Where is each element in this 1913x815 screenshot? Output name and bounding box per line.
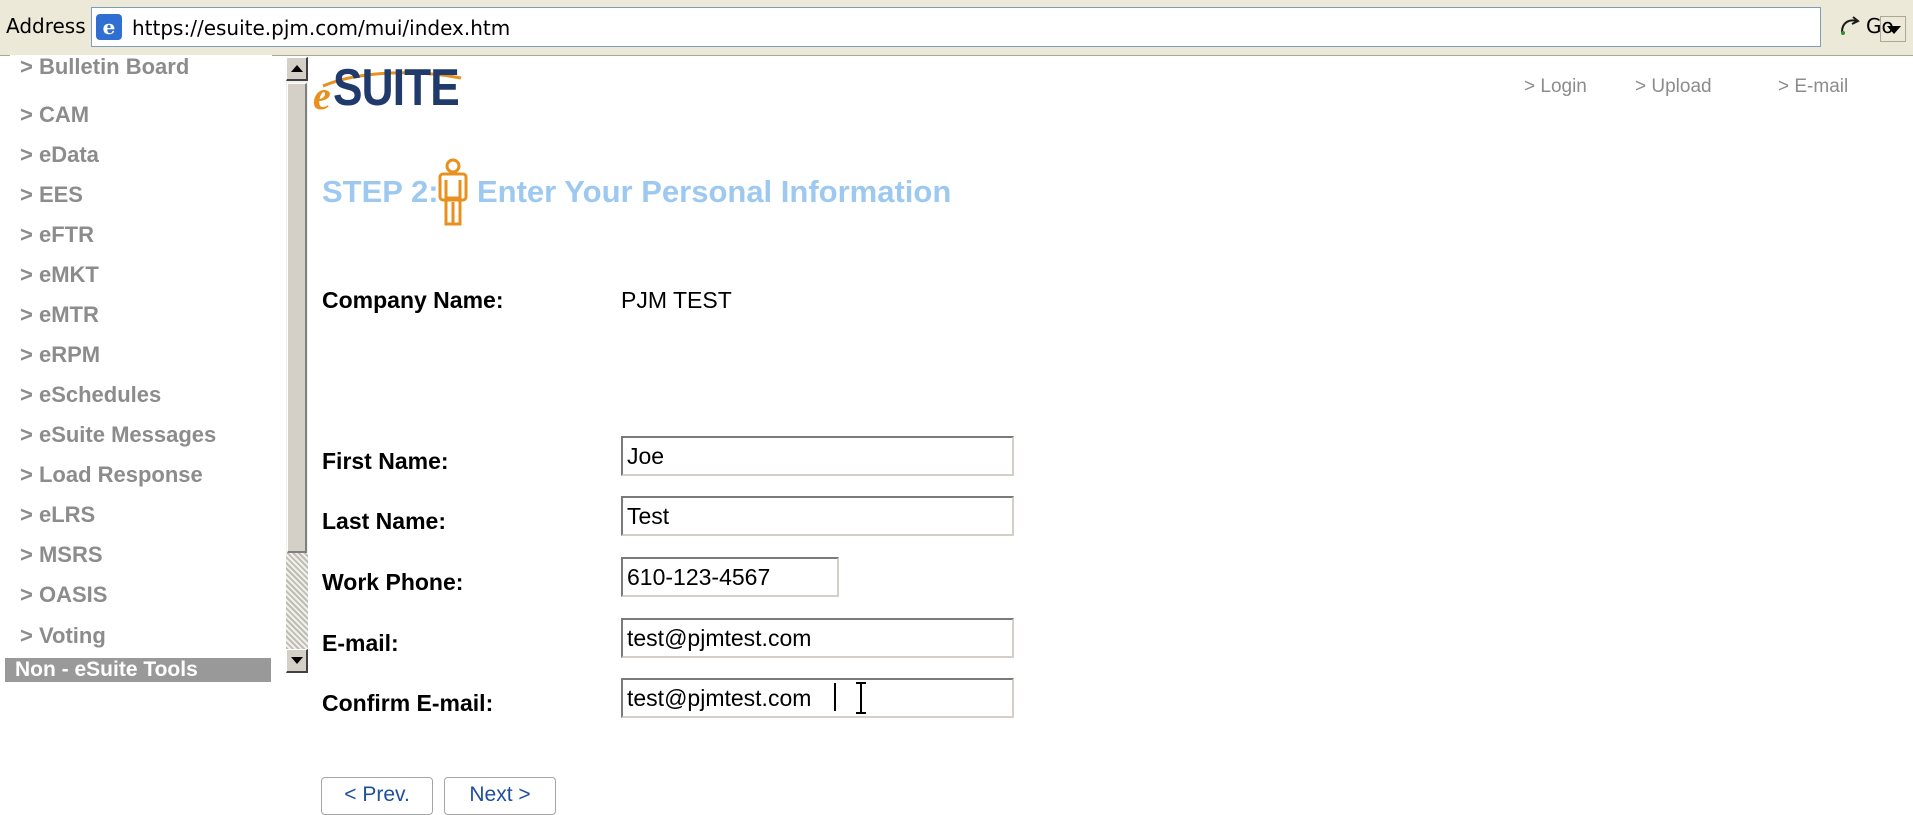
sidebar-scrollbar[interactable]: [286, 57, 308, 673]
last-name-field[interactable]: [621, 496, 1014, 536]
logo-e: e: [313, 73, 331, 118]
sidebar-section-header[interactable]: Non - eSuite Tools: [5, 658, 271, 682]
address-bar: Address e https://esuite.pjm.com/mui/ind…: [0, 0, 1913, 56]
scroll-up-button[interactable]: [286, 57, 308, 81]
sidebar-item-bulletin-board[interactable]: > Bulletin Board: [20, 55, 189, 80]
go-arrow-icon: [1841, 16, 1860, 35]
prev-button[interactable]: < Prev.: [321, 777, 433, 815]
sidebar-item-erpm[interactable]: > eRPM: [20, 342, 100, 368]
sidebar-item-edata[interactable]: > eData: [20, 142, 99, 168]
esuite-logo: e SUITE: [313, 58, 463, 118]
left-nav-frame: > Bulletin Board > CAM > eData > EES > e…: [0, 55, 310, 682]
go-label: Go: [1866, 14, 1894, 38]
ie-page-icon: e: [96, 14, 122, 40]
ibeam-cursor-icon: [856, 682, 866, 714]
sidebar-item-ees[interactable]: > EES: [20, 182, 83, 208]
scroll-track[interactable]: [286, 553, 308, 649]
step-title: Enter Your Personal Information: [477, 174, 952, 209]
address-url[interactable]: https://esuite.pjm.com/mui/index.htm: [132, 16, 510, 40]
go-button[interactable]: Go: [1838, 10, 1910, 44]
address-field[interactable]: e https://esuite.pjm.com/mui/index.htm: [91, 7, 1906, 47]
scroll-down-button[interactable]: [286, 649, 308, 673]
sidebar-item-elrs[interactable]: > eLRS: [20, 502, 95, 528]
arrow-up-icon: [291, 65, 303, 72]
sidebar-item-emkt[interactable]: > eMKT: [20, 262, 99, 288]
company-name-value: PJM TEST: [621, 287, 732, 313]
work-phone-label: Work Phone:: [322, 569, 464, 595]
email-label: E-mail:: [322, 630, 399, 656]
email-field[interactable]: [621, 618, 1014, 658]
sidebar-item-esuite-messages[interactable]: > eSuite Messages: [20, 422, 216, 448]
work-phone-field[interactable]: [621, 557, 839, 597]
address-label: Address: [6, 14, 86, 38]
last-name-label: Last Name:: [322, 508, 446, 534]
company-name-label: Company Name:: [322, 287, 504, 313]
sidebar-item-load-response[interactable]: > Load Response: [20, 462, 203, 488]
sidebar-item-cam[interactable]: > CAM: [20, 102, 89, 128]
person-icon: [438, 158, 468, 226]
upload-link[interactable]: > Upload: [1635, 76, 1712, 98]
sidebar-item-msrs[interactable]: > MSRS: [20, 542, 103, 568]
first-name-label: First Name:: [322, 448, 449, 474]
sidebar-item-voting[interactable]: > Voting: [20, 623, 106, 649]
confirm-email-field[interactable]: [621, 678, 1014, 718]
step-number: STEP 2:: [322, 174, 439, 209]
arrow-down-icon: [291, 657, 303, 664]
confirm-email-label: Confirm E-mail:: [322, 690, 494, 716]
email-link[interactable]: > E-mail: [1778, 76, 1848, 98]
login-link[interactable]: > Login: [1524, 76, 1587, 98]
sidebar-item-emtr[interactable]: > eMTR: [20, 302, 99, 328]
logo-suite: SUITE: [333, 59, 460, 117]
next-button[interactable]: Next >: [444, 777, 556, 815]
scroll-thumb[interactable]: [287, 83, 307, 553]
sidebar-item-eftr[interactable]: > eFTR: [20, 222, 94, 248]
sidebar: > Bulletin Board > CAM > eData > EES > e…: [10, 55, 272, 675]
sidebar-item-oasis[interactable]: > OASIS: [20, 582, 107, 608]
text-caret: [834, 683, 836, 711]
first-name-field[interactable]: [621, 436, 1014, 476]
sidebar-item-eschedules[interactable]: > eSchedules: [20, 382, 161, 408]
